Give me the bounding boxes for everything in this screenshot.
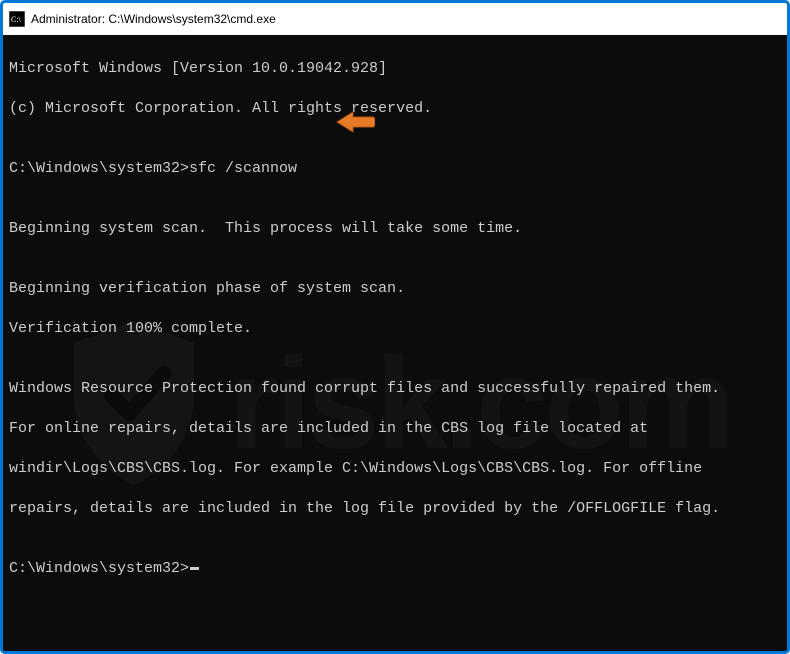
entered-command: sfc /scannow: [189, 160, 297, 177]
output-line: Microsoft Windows [Version 10.0.19042.92…: [9, 59, 781, 79]
output-line: (c) Microsoft Corporation. All rights re…: [9, 99, 781, 119]
window-title: Administrator: C:\Windows\system32\cmd.e…: [31, 12, 276, 26]
output-line: Beginning system scan. This process will…: [9, 219, 781, 239]
svg-text:C:\: C:\: [11, 15, 22, 24]
prompt-line: C:\Windows\system32>: [9, 559, 781, 579]
prompt-path: C:\Windows\system32>: [9, 560, 189, 577]
prompt-line: C:\Windows\system32>sfc /scannow: [9, 159, 781, 179]
output-line: Verification 100% complete.: [9, 319, 781, 339]
output-line: Windows Resource Protection found corrup…: [9, 379, 781, 399]
cmd-window: C:\ Administrator: C:\Windows\system32\c…: [0, 0, 790, 654]
terminal-output[interactable]: Microsoft Windows [Version 10.0.19042.92…: [3, 35, 787, 651]
output-line: Beginning verification phase of system s…: [9, 279, 781, 299]
cmd-icon: C:\: [9, 11, 25, 27]
prompt-path: C:\Windows\system32>: [9, 160, 189, 177]
output-line: repairs, details are included in the log…: [9, 499, 781, 519]
titlebar[interactable]: C:\ Administrator: C:\Windows\system32\c…: [3, 3, 787, 35]
output-line: windir\Logs\CBS\CBS.log. For example C:\…: [9, 459, 781, 479]
cursor: [190, 567, 199, 570]
output-line: For online repairs, details are included…: [9, 419, 781, 439]
